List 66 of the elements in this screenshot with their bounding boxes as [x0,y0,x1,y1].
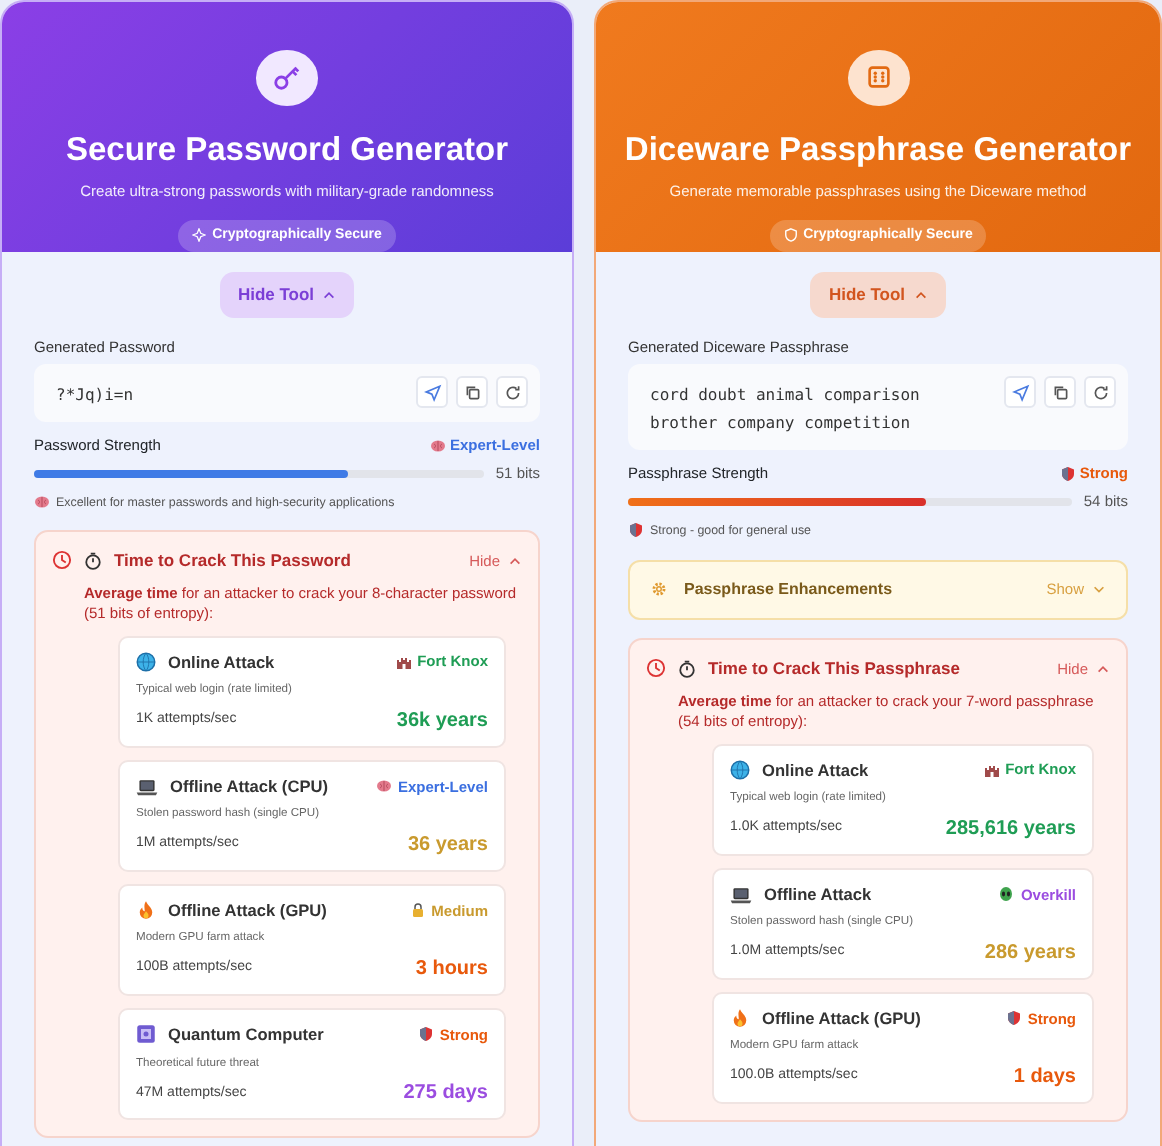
chevron-up-icon [508,553,522,568]
shield-icon [417,1026,434,1043]
sparkle-icon [192,228,207,243]
shield-icon [1005,1010,1022,1027]
crack-time: 286 years [984,940,1076,969]
copy-icon [463,383,481,401]
globe-icon [730,760,750,781]
globe-icon [136,652,156,673]
hide-tool-button[interactable]: Hide Tool [810,272,946,318]
refresh-button[interactable] [496,376,528,408]
panel-title: Secure Password Generator [65,133,508,167]
fire-icon [730,1008,750,1029]
crack-time: 275 days [403,1080,488,1109]
attack-name: Online Attack [168,649,275,675]
refresh-button[interactable] [1084,376,1116,408]
copy-icon [1051,383,1069,401]
castle-icon [983,762,1000,779]
brain-icon [375,778,392,795]
send-icon [1011,383,1029,401]
shield-icon [628,522,644,539]
send-icon [423,383,441,401]
output-field[interactable]: ?*Jq)i=n [34,364,540,422]
brain-icon [34,494,50,511]
attack-name: Offline Attack (CPU) [170,773,328,799]
alien-icon [998,886,1015,903]
shield-icon [1059,465,1076,482]
refresh-icon [503,383,521,401]
crack-panel-title: Time to Crack This Passphrase [708,655,960,682]
copy-button[interactable] [1044,376,1076,408]
chevron-up-icon [1096,661,1110,676]
gear-icon [650,580,668,599]
laptop-icon [730,883,752,906]
attack-name: Offline Attack (GPU) [762,1006,921,1031]
refresh-icon [1091,383,1109,401]
dice-icon [863,62,893,93]
attack-name: Offline Attack [764,881,872,907]
chevron-up-icon [322,287,337,302]
clock-icon [646,658,666,679]
laptop-icon [136,775,158,798]
output-field[interactable]: cord doubt animal comparison brother company competition [628,364,1128,450]
chevron-down-icon [1092,582,1106,597]
crack-time: 3 hours [415,956,488,985]
send-button[interactable] [416,376,448,408]
key-icon [272,62,302,93]
crack-time: 36 years [407,832,488,861]
crack-time: 36k years [396,707,488,736]
chevron-up-icon [913,287,928,302]
shield-icon [783,228,798,243]
crack-panel-title: Time to Crack This Password [114,547,351,574]
attack-name: Offline Attack (GPU) [168,898,327,923]
copy-button[interactable] [456,376,488,408]
send-button[interactable] [1004,376,1036,408]
crack-time: 1 days [1013,1064,1076,1093]
lock-icon [409,902,426,919]
attack-name: Online Attack [762,757,869,783]
stopwatch-icon [678,659,696,678]
brain-icon [429,437,446,454]
castle-icon [395,654,412,671]
fire-icon [136,900,156,921]
clock-icon [52,550,72,571]
hide-tool-button[interactable]: Hide Tool [219,272,355,318]
stopwatch-icon [84,551,102,570]
panel-title: Diceware Passphrase Generator [624,133,1132,167]
chip-icon [136,1024,156,1045]
crack-time: 285,616 years [945,815,1076,844]
attack-name: Quantum Computer [168,1022,324,1048]
